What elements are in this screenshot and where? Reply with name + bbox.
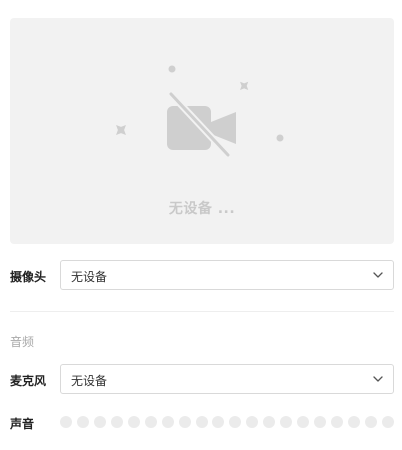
microphone-label: 麦克风: [10, 374, 47, 388]
camera-select[interactable]: 无设备: [60, 260, 394, 290]
volume-level-dot: [161, 416, 174, 428]
microphone-select[interactable]: 无设备: [60, 364, 394, 394]
volume-level-dot: [76, 416, 89, 428]
volume-level-dot: [110, 416, 123, 428]
volume-level-dot: [364, 416, 377, 428]
audio-section-title: 音频: [10, 335, 35, 349]
volume-level-dot: [331, 416, 343, 428]
volume-level-dot: [263, 416, 276, 428]
volume-level-dot: [297, 416, 310, 428]
section-divider: [10, 311, 394, 312]
sparkle-icon: [240, 81, 249, 90]
volume-label: 声音: [10, 417, 35, 431]
volume-level-dot: [212, 416, 225, 428]
volume-level-dot: [127, 416, 140, 428]
volume-level-dot: [178, 416, 191, 428]
volume-level-dot: [347, 416, 360, 428]
chevron-down-icon: [373, 272, 383, 278]
volume-level-meter: [60, 415, 394, 429]
volume-level-dot: [246, 416, 259, 428]
volume-level-dot: [144, 416, 157, 428]
decor-dot-icon: [276, 134, 284, 142]
video-preview: 无设备 ...: [10, 18, 394, 244]
camera-label: 摄像头: [10, 270, 47, 284]
volume-level-dot: [280, 416, 293, 428]
volume-level-dot: [195, 416, 208, 428]
camera-off-icon: [167, 90, 236, 159]
decor-dot-icon: [168, 65, 176, 73]
microphone-select-value: 无设备: [71, 374, 108, 388]
no-device-status: 无设备 ...: [168, 201, 236, 217]
chevron-down-icon: [373, 376, 383, 382]
volume-level-dot: [60, 416, 72, 428]
sparkle-icon: [116, 125, 126, 135]
camera-select-value: 无设备: [71, 270, 108, 284]
volume-level-dot: [93, 416, 106, 428]
volume-level-dot: [381, 416, 394, 428]
volume-level-dot: [229, 416, 242, 428]
volume-level-dot: [314, 416, 327, 428]
